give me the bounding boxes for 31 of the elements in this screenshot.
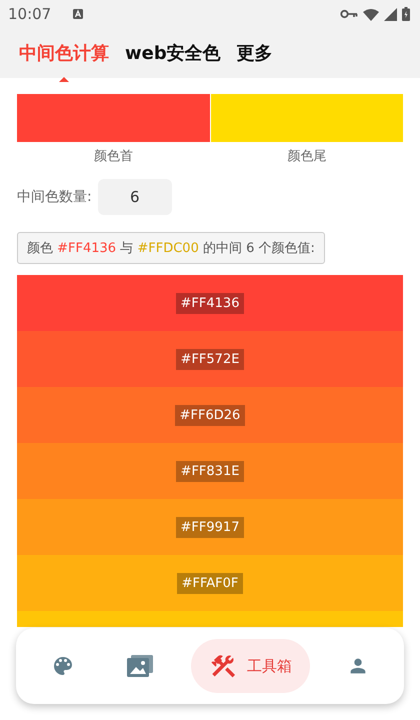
color-row[interactable]: #FF9917 (17, 499, 403, 555)
color-row[interactable]: #FF572E (17, 331, 403, 387)
tab[interactable]: web安全色 (122, 41, 224, 65)
count-label: 中间色数量: (17, 188, 92, 206)
count-field[interactable]: 6 (98, 179, 172, 215)
hex-label: #FF6D26 (174, 404, 246, 426)
status-time: 10:07 (8, 5, 52, 23)
color-row[interactable]: #FF831E (17, 443, 403, 499)
tools-icon (208, 652, 237, 680)
color-row[interactable]: #FF6D26 (17, 387, 403, 443)
summary-text: 颜色 #FF4136 与 #FFDC00 的中间 6 个颜色值: (17, 232, 325, 264)
signal-icon (384, 8, 397, 20)
nav-tab[interactable]: 工具箱 (190, 639, 310, 693)
wifi-icon (363, 8, 379, 20)
color-row[interactable]: #FFAF0F (17, 555, 403, 611)
key-icon (340, 9, 358, 19)
hex-label: #FFAF0F (176, 572, 244, 594)
color-row[interactable]: #FF4136 (17, 275, 403, 331)
swatch-label: 颜色尾 (287, 148, 326, 165)
hex-label: #FF831E (176, 460, 244, 482)
gallery-icon (126, 654, 154, 678)
swatch-label: 颜色首 (94, 148, 133, 165)
color-swatch[interactable] (210, 94, 403, 142)
tab[interactable]: 更多 (234, 41, 276, 65)
notification-icon (72, 8, 84, 20)
color-swatch[interactable] (17, 94, 210, 142)
hex-label: #FF572E (176, 348, 244, 370)
battery-icon (402, 7, 410, 21)
tab[interactable]: 中间色计算 (16, 41, 112, 65)
hex-label: #FF9917 (176, 516, 244, 538)
hex-label: #FF4136 (176, 292, 244, 314)
